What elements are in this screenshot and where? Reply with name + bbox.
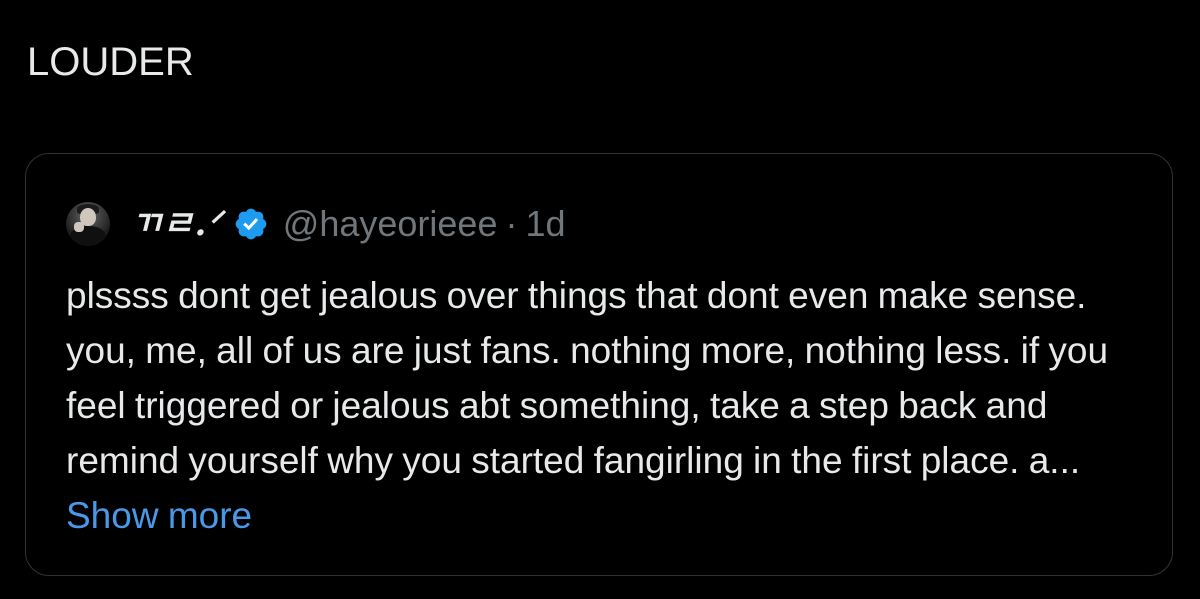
quoted-tweet-text: plssss dont get jealous over things that… [66,275,1109,481]
quoted-tweet-header: ㄲㄹ.ᐟ @hayeorieee · 1d [66,194,566,254]
tweet-view: LOUDER ㄲㄹ.ᐟ @hayeorieee · 1d plssss dont… [0,0,1200,599]
post-text: LOUDER [27,40,194,84]
author-handle[interactable]: @hayeorieee [283,202,498,246]
quoted-tweet-card[interactable]: ㄲㄹ.ᐟ @hayeorieee · 1d plssss dont get je… [25,153,1173,576]
separator-dot: · [505,203,518,244]
show-more-link[interactable]: Show more [66,495,252,536]
author-display-name[interactable]: ㄲㄹ.ᐟ [130,202,223,246]
verified-badge-icon [235,208,267,240]
timestamp[interactable]: 1d [525,202,565,246]
quoted-tweet-body: plssss dont get jealous over things that… [66,268,1126,543]
avatar[interactable] [66,202,110,246]
